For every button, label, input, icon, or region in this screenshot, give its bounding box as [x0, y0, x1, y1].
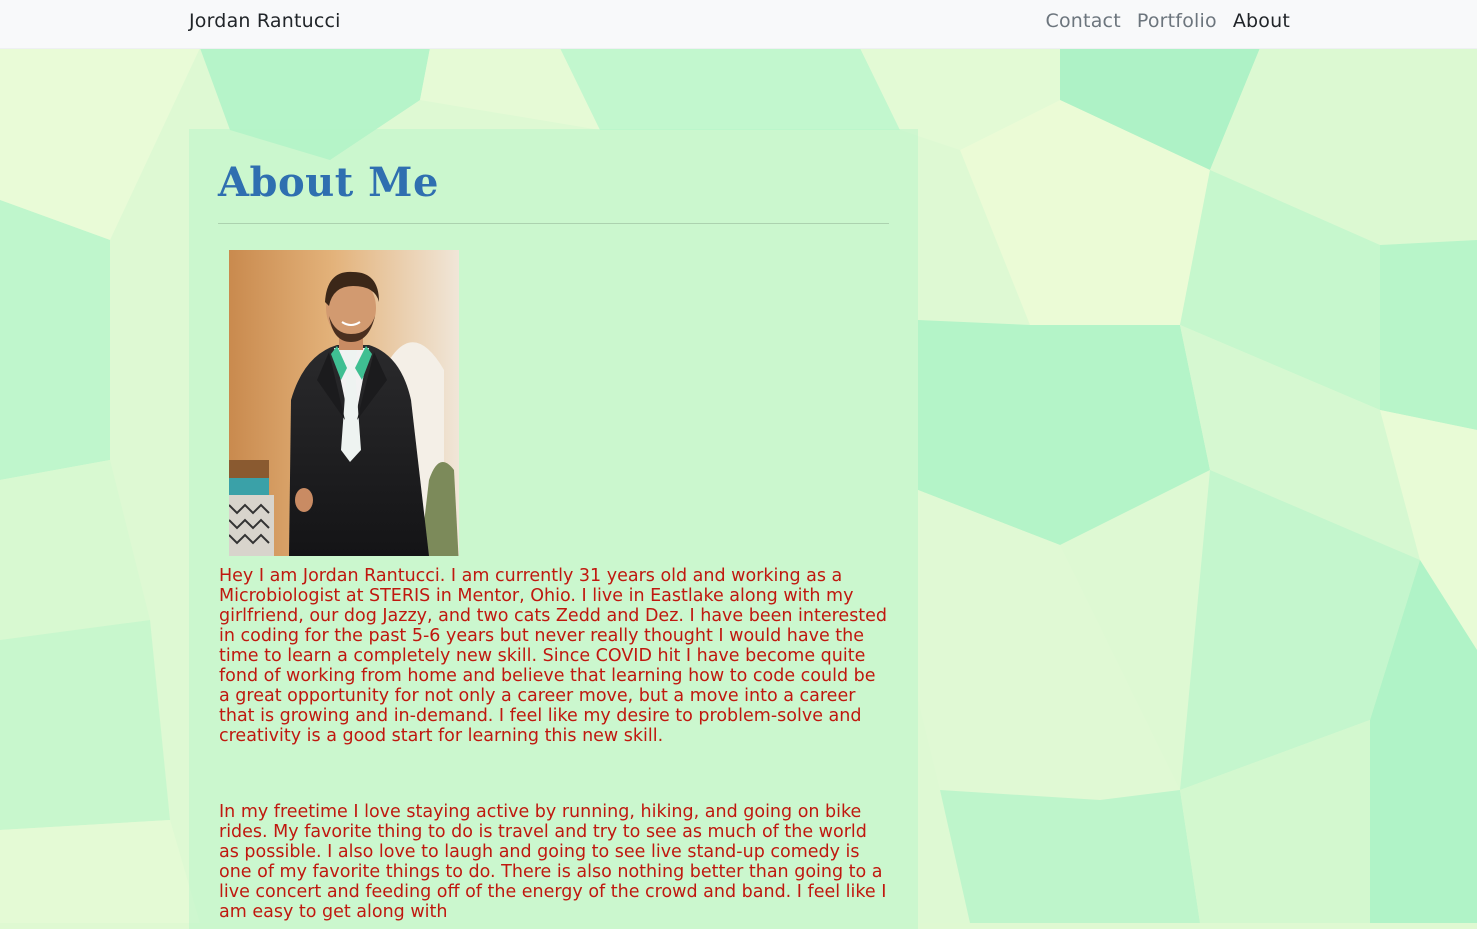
- profile-photo: [229, 250, 459, 556]
- nav-link-contact[interactable]: Contact: [1046, 10, 1121, 32]
- nav-link-portfolio[interactable]: Portfolio: [1137, 10, 1217, 32]
- brand-link[interactable]: Jordan Rantucci: [189, 10, 341, 32]
- nav-link-about[interactable]: About: [1233, 10, 1290, 32]
- top-navbar: Jordan Rantucci Contact Portfolio About: [0, 0, 1477, 49]
- title-divider: [218, 223, 889, 224]
- about-paragraph-1: Hey I am Jordan Rantucci. I am currently…: [219, 566, 888, 746]
- about-paragraph-2: In my freetime I love staying active by …: [219, 802, 887, 922]
- nav-links: Contact Portfolio About: [1046, 10, 1290, 32]
- about-card: About Me Hey I am Jordan Rantucci. I am …: [189, 129, 918, 929]
- page-title: About Me: [218, 159, 439, 206]
